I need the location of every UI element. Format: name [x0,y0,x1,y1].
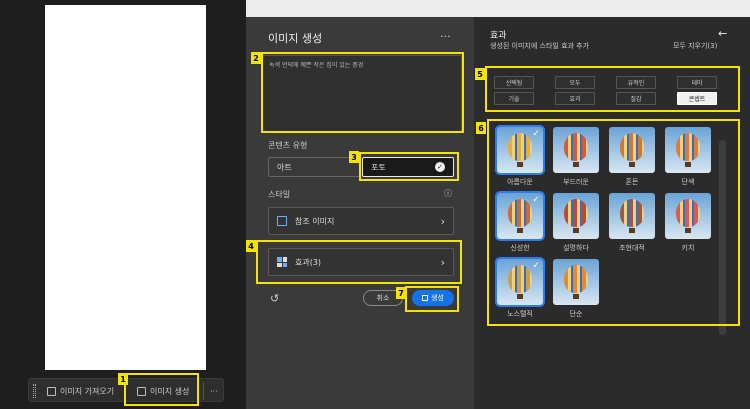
panel-more-button[interactable]: ··· [440,30,451,43]
callout-box-2 [261,52,464,133]
content-type-label: 콘텐츠 유형 [268,141,308,150]
dialog-title-bar [246,0,750,17]
reference-image-icon [277,216,287,226]
reference-image-button[interactable]: 참조 이미지 › [268,207,454,235]
effects-title: 효과 [490,31,507,41]
panel-title: 이미지 생성 [268,32,323,45]
more-icon: ··· [210,386,218,396]
callout-box-5 [485,66,740,112]
callout-number-6: 6 [476,122,486,134]
callout-box-4 [256,240,462,284]
callout-number-1: 1 [118,373,128,385]
callout-number-3: 3 [349,151,359,163]
cancel-label: 취소 [376,294,390,302]
import-image-label: 이미지 가져오기 [60,386,115,396]
drag-handle-icon[interactable] [33,384,36,398]
chevron-right-icon: › [440,214,445,228]
callout-number-7: 7 [396,287,406,299]
effects-subtitle: 생성된 이미지에 스타일 효과 추가 [490,42,590,50]
callout-box-3 [359,152,459,181]
import-image-icon [47,386,56,396]
import-image-button[interactable]: 이미지 가져오기 [43,382,118,400]
callout-box-6 [487,119,740,326]
art-label: 아트 [277,162,292,172]
more-options-button[interactable]: ··· [203,382,222,400]
content-type-art-option[interactable]: 아트 [268,157,360,177]
callout-number-4: 4 [246,240,256,252]
reset-icon[interactable]: ↺ [270,292,279,305]
document-canvas[interactable] [45,5,206,370]
callout-box-1 [124,373,199,406]
callout-box-7 [405,286,459,312]
back-arrow-icon[interactable]: ← [718,27,727,40]
reference-image-label: 참조 이미지 [295,216,335,226]
clear-all-button[interactable]: 모두 지우기(3) [673,41,717,51]
style-label: 스타일 [268,190,291,199]
callout-number-5: 5 [475,68,485,80]
info-icon[interactable]: ⓘ [444,188,452,199]
callout-number-2: 2 [251,52,261,64]
